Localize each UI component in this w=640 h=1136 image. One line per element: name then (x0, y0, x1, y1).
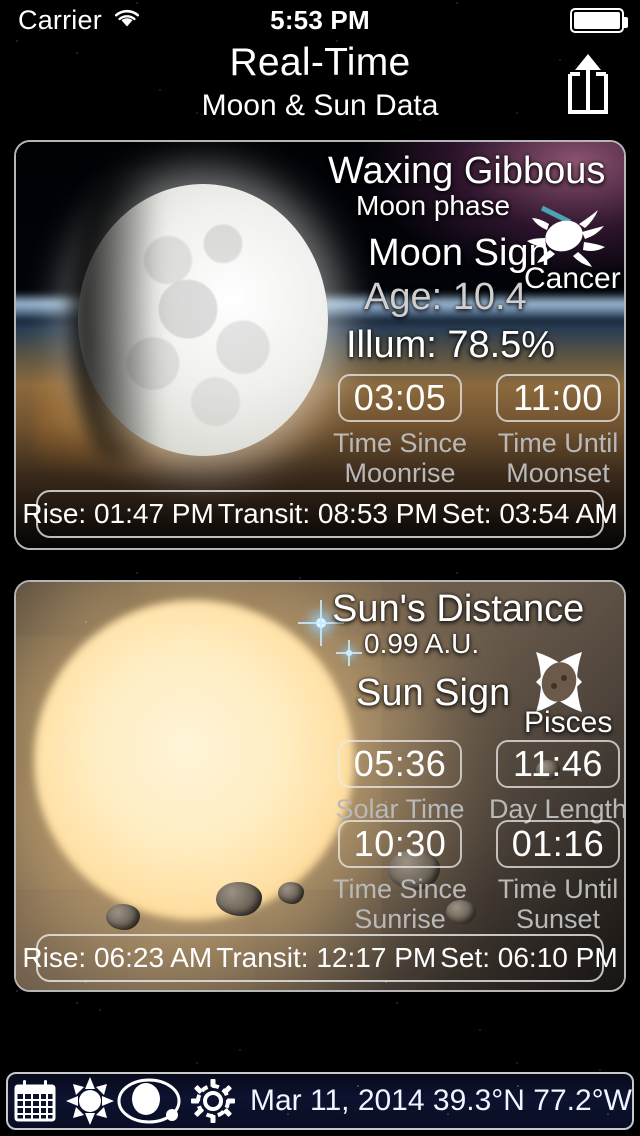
moon-age-value: Age: 10.4 (364, 276, 527, 318)
moon-rise-text: Rise: 01:47 PM (22, 498, 214, 529)
time-until-sunset-value: 01:16 (496, 820, 620, 868)
battery-icon (570, 7, 628, 33)
moon-sign-title: Moon Sign (368, 232, 550, 274)
moon-timer-since-value: 03:05 (338, 374, 462, 422)
sun-card[interactable]: Sun's Distance 0.99 A.U. Sun Sign Pisces… (14, 580, 626, 992)
calendar-button[interactable] (8, 1075, 62, 1127)
sun-sign-title: Sun Sign (356, 672, 511, 714)
sun-sign-value: Pisces (524, 706, 613, 739)
moon-illum-value: Illum: 78.5% (346, 324, 556, 366)
toolbar-info-text[interactable]: Mar 11, 2014 39.3°N 77.2°W (250, 1084, 632, 1118)
status-bar-time: 5:53 PM (270, 4, 370, 35)
moon-timer-until-label-line1: Time Until (497, 428, 619, 458)
moon-timer-until-value: 11:00 (496, 374, 620, 422)
moon-card-content: Waxing Gibbous Moon phase Moon Sign Canc… (16, 142, 624, 548)
moon-sign-value: Cancer (524, 262, 621, 295)
share-button[interactable] (556, 48, 620, 118)
settings-button[interactable] (186, 1075, 240, 1127)
sun-distance-title: Sun's Distance (332, 588, 585, 630)
status-bar: Carrier 5:53 PM (0, 0, 640, 40)
moon-phase-value: Waxing Gibbous (328, 150, 606, 192)
share-icon (568, 54, 608, 114)
time-until-sunset-label: Time Until Sunset (458, 874, 624, 934)
page-title: Real-Time (229, 41, 411, 84)
orbit-icon (117, 1078, 181, 1124)
moon-transit-text: Transit: 08:53 PM (217, 498, 438, 529)
app-root: Carrier 5:53 PM Real-Time Moon & Sun Dat… (0, 0, 640, 1136)
time-until-sunset-label-line1: Time Until (497, 874, 619, 904)
sun-rise-transit-set-bar: Rise: 06:23 AM Transit: 12:17 PM Set: 06… (22, 934, 618, 982)
orbit-button[interactable] (117, 1075, 186, 1127)
sun-set-text: Set: 06:10 PM (440, 942, 618, 973)
day-length-value: 11:46 (496, 740, 620, 788)
page-subtitle: Moon & Sun Data (201, 89, 439, 122)
sun-rise-text: Rise: 06:23 AM (22, 942, 213, 973)
time-until-sunset-label-line2: Sunset (515, 904, 601, 934)
moon-set-text: Set: 03:54 AM (441, 498, 618, 529)
time-since-sunrise-value: 10:30 (338, 820, 462, 868)
gear-icon (190, 1079, 235, 1123)
sun-button[interactable] (62, 1075, 116, 1127)
moon-card[interactable]: Waxing Gibbous Moon phase Moon Sign Canc… (14, 140, 626, 550)
bottom-toolbar: Mar 11, 2014 39.3°N 77.2°W (6, 1072, 634, 1130)
sun-icon (65, 1077, 114, 1125)
page-header: Real-Time Moon & Sun Data (0, 40, 640, 132)
moon-rise-transit-set-bar: Rise: 01:47 PM Transit: 08:53 PM Set: 03… (22, 490, 618, 538)
sun-transit-text: Transit: 12:17 PM (216, 942, 437, 973)
moon-phase-label: Moon phase (356, 190, 511, 221)
solar-time-value: 05:36 (338, 740, 462, 788)
sun-distance-value: 0.99 A.U. (364, 628, 480, 659)
moon-timer-until-label: Time Until Moonset (458, 428, 624, 488)
sun-card-content: Sun's Distance 0.99 A.U. Sun Sign Pisces… (16, 582, 624, 990)
moon-timer-until-label-line2: Moonset (506, 458, 610, 488)
calendar-icon (14, 1080, 56, 1122)
